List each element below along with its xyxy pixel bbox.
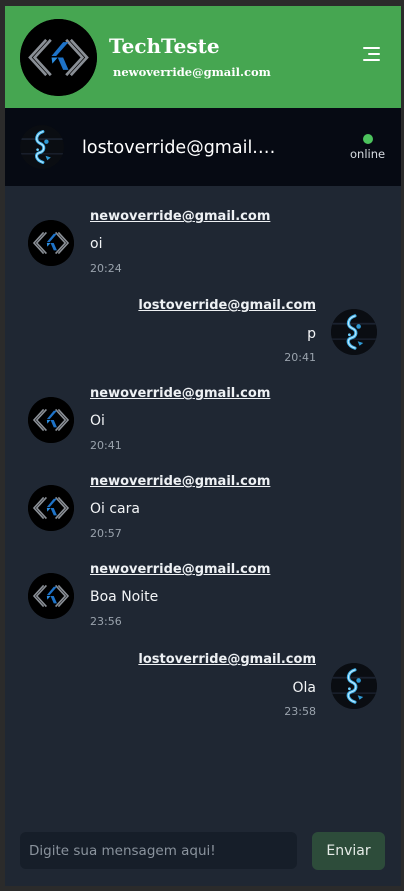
message-input[interactable] xyxy=(20,832,297,869)
flutter-logo-icon xyxy=(28,485,74,531)
message-time: 20:41 xyxy=(90,439,122,452)
current-user-email: newoverride@gmail.com xyxy=(113,65,271,79)
contact-avatar[interactable] xyxy=(20,125,64,169)
message-time: 20:41 xyxy=(284,351,316,364)
message-text: p xyxy=(307,326,316,342)
online-status-dot-icon xyxy=(363,134,373,144)
sender-avatar[interactable] xyxy=(331,663,377,709)
message-time: 20:57 xyxy=(90,527,122,540)
menu-button[interactable] xyxy=(361,44,383,64)
sender-avatar[interactable] xyxy=(331,309,377,355)
message-list[interactable]: newoverride@gmail.com oi 20:24 lostoverr… xyxy=(5,186,401,826)
menu-icon xyxy=(363,47,380,49)
app-frame: TechTeste newoverride@gmail.com lostover… xyxy=(5,6,401,886)
message-time: 23:56 xyxy=(90,615,122,628)
chat-header: lostoverride@gmail.com online xyxy=(5,108,401,186)
flutter-logo-icon xyxy=(28,220,74,266)
message-author-link[interactable]: newoverride@gmail.com xyxy=(90,386,270,401)
message-text: Oi cara xyxy=(90,501,140,517)
message-author-link[interactable]: newoverride@gmail.com xyxy=(90,209,270,224)
message-time: 20:24 xyxy=(90,262,122,275)
message-author-link[interactable]: newoverride@gmail.com xyxy=(90,562,270,577)
dragon-avatar-icon xyxy=(20,125,64,169)
sender-avatar[interactable] xyxy=(28,485,74,531)
flutter-logo-icon xyxy=(28,573,74,619)
app-title: TechTeste xyxy=(109,34,220,58)
online-status-label: online xyxy=(350,147,386,161)
app-logo xyxy=(20,19,97,96)
message-text: Oi xyxy=(90,413,105,429)
message-author-link[interactable]: newoverride@gmail.com xyxy=(90,474,270,489)
dragon-avatar-icon xyxy=(331,663,377,709)
message-author-link[interactable]: lostoverride@gmail.com xyxy=(138,298,316,313)
flutter-logo-icon xyxy=(20,19,97,96)
flutter-logo-icon xyxy=(28,397,74,443)
message-composer: Enviar xyxy=(5,826,401,886)
send-button[interactable]: Enviar xyxy=(312,832,385,870)
sender-avatar[interactable] xyxy=(28,573,74,619)
message-text: Boa Noite xyxy=(90,589,159,605)
sender-avatar[interactable] xyxy=(28,220,74,266)
message-author-link[interactable]: lostoverride@gmail.com xyxy=(138,652,316,667)
message-time: 23:58 xyxy=(284,705,316,718)
app-header: TechTeste newoverride@gmail.com xyxy=(5,6,401,108)
dragon-avatar-icon xyxy=(331,309,377,355)
message-text: oi xyxy=(90,236,103,252)
message-text: Ola xyxy=(292,680,317,696)
contact-name: lostoverride@gmail.com xyxy=(82,138,282,158)
sender-avatar[interactable] xyxy=(28,397,74,443)
